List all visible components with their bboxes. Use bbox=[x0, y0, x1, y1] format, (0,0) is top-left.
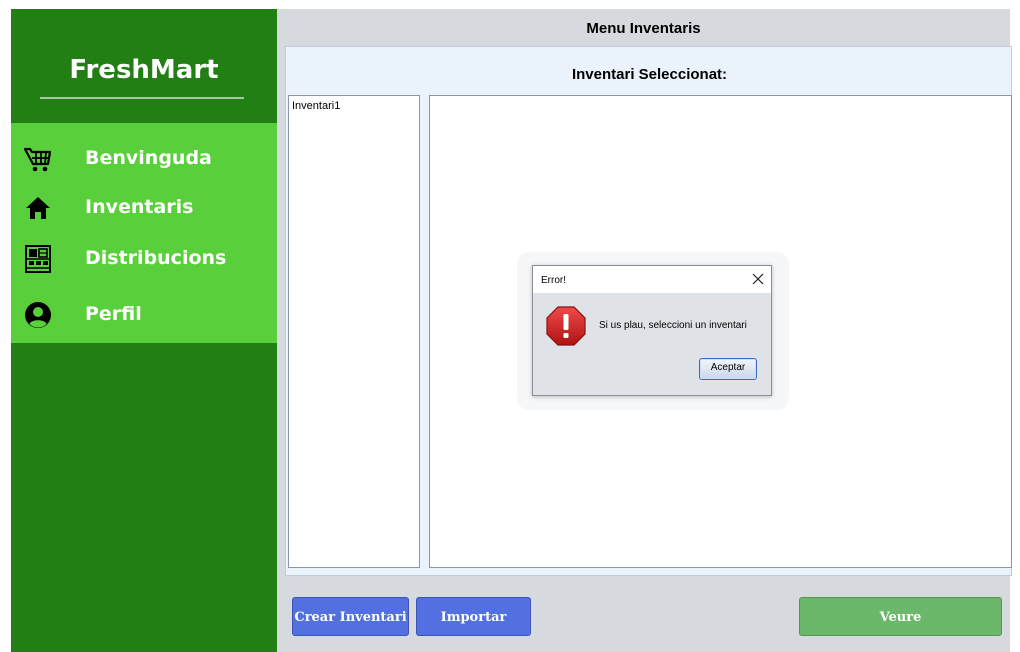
inventory-list[interactable]: Inventari1 bbox=[288, 95, 420, 568]
content-title: Inventari Seleccionat: bbox=[571, 66, 728, 83]
brand-divider bbox=[40, 97, 244, 99]
sidebar-item-inventaris[interactable]: Inventaris bbox=[11, 187, 277, 231]
list-item[interactable]: Inventari1 bbox=[289, 96, 419, 112]
create-inventory-button[interactable]: Crear Inventari bbox=[292, 597, 409, 636]
brand-title: FreshMart bbox=[69, 55, 219, 85]
error-stop-icon bbox=[545, 305, 587, 347]
view-button[interactable]: Veure bbox=[799, 597, 1002, 636]
sidebar-item-benvinguda[interactable]: Benvinguda bbox=[11, 138, 277, 182]
close-icon[interactable] bbox=[749, 270, 767, 288]
store-icon bbox=[23, 244, 53, 274]
sidebar-item-perfil[interactable]: Perfil bbox=[11, 294, 277, 338]
dialog-titlebar: Error! bbox=[533, 266, 771, 293]
import-button[interactable]: Importar bbox=[416, 597, 531, 636]
user-icon bbox=[23, 300, 53, 330]
page-title: Menu Inventaris bbox=[277, 9, 1010, 45]
sidebar-item-label: Distribucions bbox=[85, 247, 227, 269]
sidebar-item-label: Benvinguda bbox=[85, 147, 212, 169]
sidebar-item-label: Perfil bbox=[85, 303, 142, 325]
sidebar-item-distribucions[interactable]: Distribucions bbox=[11, 238, 277, 282]
dialog-message: Si us plau, seleccioni un inventari bbox=[599, 320, 747, 331]
dialog-title: Error! bbox=[541, 275, 566, 286]
home-icon bbox=[23, 193, 53, 223]
sidebar-item-label: Inventaris bbox=[85, 196, 194, 218]
sidebar-menu: Benvinguda Inventaris Distribucions Perf… bbox=[11, 123, 277, 343]
sidebar: FreshMart Benvinguda Inventaris Distribu… bbox=[11, 9, 277, 652]
shopping-cart-icon bbox=[23, 144, 53, 174]
accept-button[interactable]: Aceptar bbox=[699, 358, 757, 380]
error-dialog: Error! Si us plau, seleccioni un inventa… bbox=[532, 265, 772, 396]
